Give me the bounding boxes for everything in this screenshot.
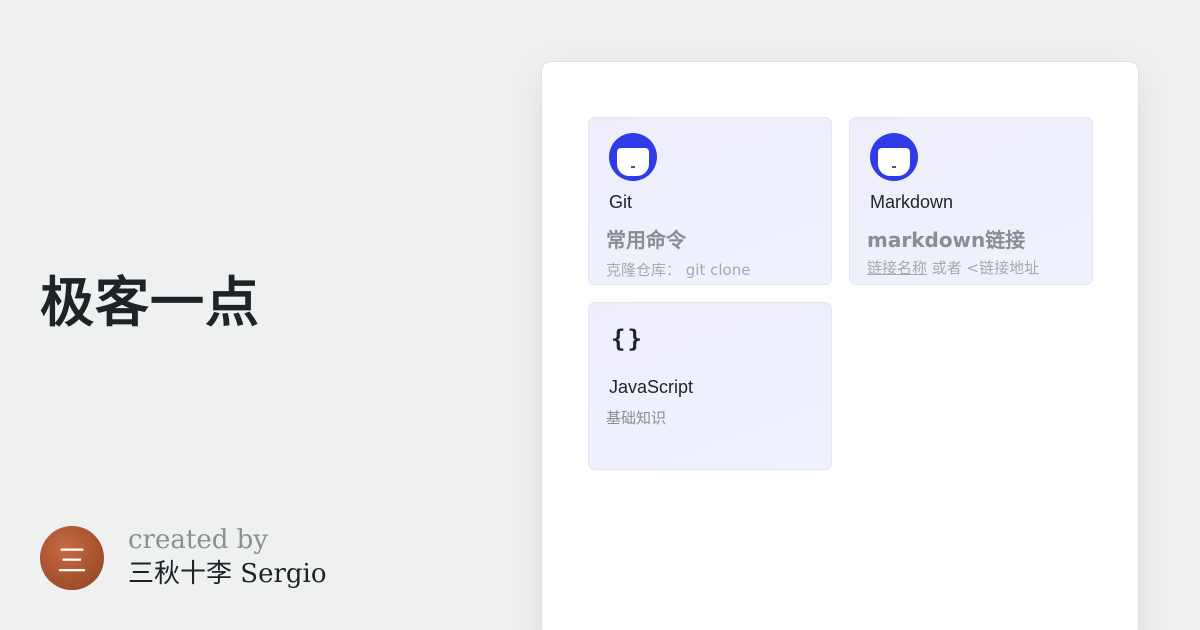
card-description: 基础知识 [606,409,667,427]
created-by-label: created by [128,525,268,555]
link-text[interactable]: 链接名称 [867,259,927,277]
card-description: 克隆仓库： git clone [606,259,750,280]
braces-icon: {} [611,325,644,353]
author-avatar: 三 [40,526,104,590]
card-description: 链接名称 或者 <链接地址 [867,257,1039,278]
author-block: 三 created by 三秋十李 Sergio [40,524,327,592]
desc-rest: 或者 <链接地址 [927,259,1040,277]
markdown-logo-icon [870,133,918,181]
author-name: 三秋十李 Sergio [128,559,327,589]
site-title: 极客一点 [40,271,260,334]
card-javascript[interactable]: {} JavaScript 基础知识 [588,302,832,470]
card-markdown[interactable]: Markdown markdown链接 链接名称 或者 <链接地址 [849,117,1093,285]
card-subtitle: 常用命令 [606,228,686,252]
card-subtitle: markdown链接 [867,228,1026,252]
card-git[interactable]: Git 常用命令 克隆仓库： git clone [588,117,832,285]
card-name: JavaScript [609,377,694,397]
desc-prefix: 克隆仓库： [606,261,682,279]
card-name: Git [609,192,633,212]
desc-rest: git clone [681,261,751,279]
git-logo-icon [609,133,657,181]
preview-panel: Git 常用命令 克隆仓库： git clone Markdown markdo… [541,61,1139,630]
card-name: Markdown [870,192,954,212]
